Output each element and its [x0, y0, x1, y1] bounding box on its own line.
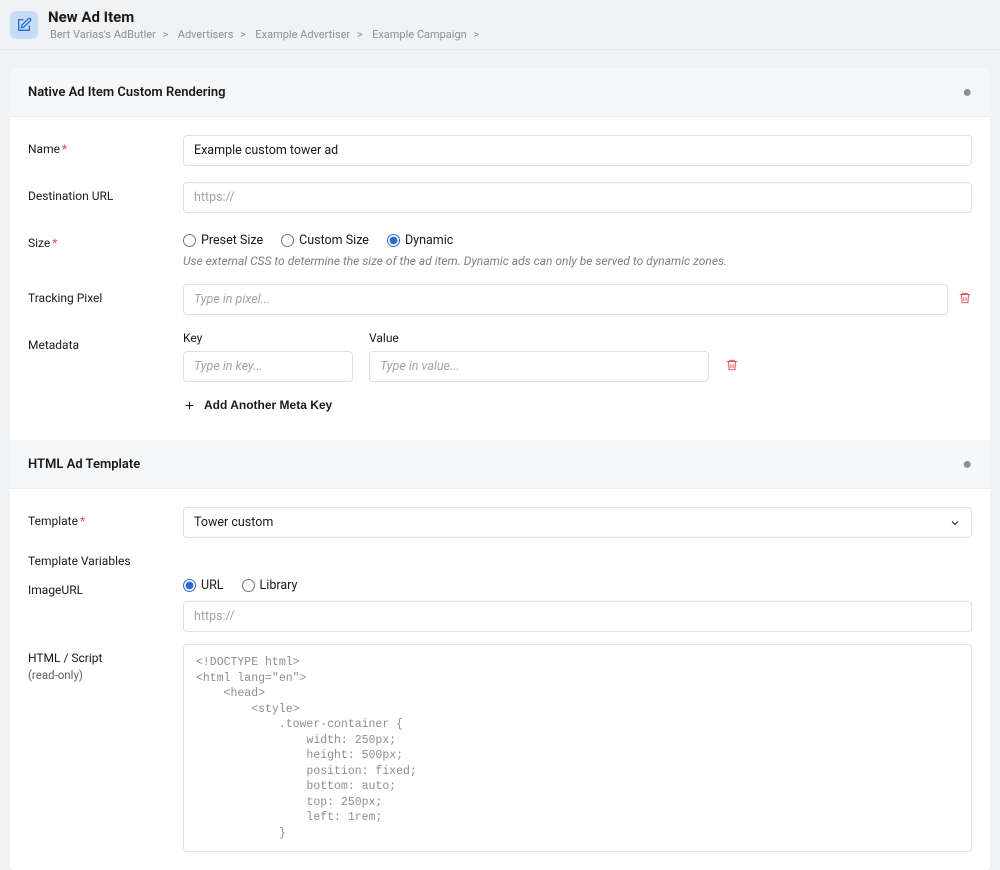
- size-help-text: Use external CSS to determine the size o…: [183, 254, 972, 268]
- add-meta-button[interactable]: Add Another Meta Key: [183, 394, 332, 416]
- collapse-icon[interactable]: ●: [962, 82, 972, 102]
- label-readonly: (read-only): [28, 668, 183, 682]
- template-select[interactable]: Tower custom: [183, 507, 972, 538]
- label-html-script: HTML / Script: [28, 651, 183, 665]
- label-template: Template*: [28, 507, 183, 528]
- breadcrumb-item[interactable]: Bert Varias's AdButler: [50, 28, 156, 41]
- radio-dynamic[interactable]: Dynamic: [387, 233, 453, 248]
- section-native-header[interactable]: Native Ad Item Custom Rendering ●: [10, 68, 990, 117]
- html-code-readonly: <!DOCTYPE html> <html lang="en"> <head> …: [183, 644, 972, 852]
- label-metadata: Metadata: [28, 331, 183, 352]
- page-title: New Ad Item: [48, 8, 484, 26]
- section-title: HTML Ad Template: [28, 457, 140, 472]
- name-input[interactable]: [183, 135, 972, 166]
- breadcrumb-item[interactable]: Example Campaign: [372, 28, 467, 41]
- label-template-variables: Template Variables: [28, 554, 183, 568]
- label-imageurl: ImageURL: [28, 576, 183, 597]
- label-name: Name*: [28, 135, 183, 156]
- page-header: New Ad Item Bert Varias's AdButler > Adv…: [0, 0, 1000, 50]
- meta-key-input[interactable]: [183, 351, 353, 382]
- trash-icon[interactable]: [725, 358, 739, 376]
- meta-key-header: Key: [183, 331, 353, 345]
- section-html-template-header[interactable]: HTML Ad Template ●: [10, 440, 990, 489]
- meta-value-input[interactable]: [369, 351, 709, 382]
- destination-url-input[interactable]: [183, 182, 972, 213]
- label-tracking-pixel: Tracking Pixel: [28, 284, 183, 305]
- label-size: Size*: [28, 229, 183, 250]
- collapse-icon[interactable]: ●: [962, 454, 972, 474]
- edit-icon: [10, 11, 38, 39]
- meta-value-header: Value: [369, 331, 399, 345]
- label-destination-url: Destination URL: [28, 182, 183, 203]
- breadcrumb-item[interactable]: Example Advertiser: [255, 28, 350, 41]
- tracking-pixel-input[interactable]: [183, 284, 948, 315]
- imageurl-input[interactable]: [183, 601, 972, 632]
- breadcrumb-item[interactable]: Advertisers: [178, 28, 234, 41]
- radio-library[interactable]: Library: [242, 578, 298, 593]
- radio-url[interactable]: URL: [183, 578, 224, 593]
- trash-icon[interactable]: [958, 291, 972, 309]
- section-title: Native Ad Item Custom Rendering: [28, 85, 226, 100]
- breadcrumb: Bert Varias's AdButler > Advertisers > E…: [48, 28, 484, 41]
- radio-preset-size[interactable]: Preset Size: [183, 233, 263, 248]
- radio-custom-size[interactable]: Custom Size: [281, 233, 369, 248]
